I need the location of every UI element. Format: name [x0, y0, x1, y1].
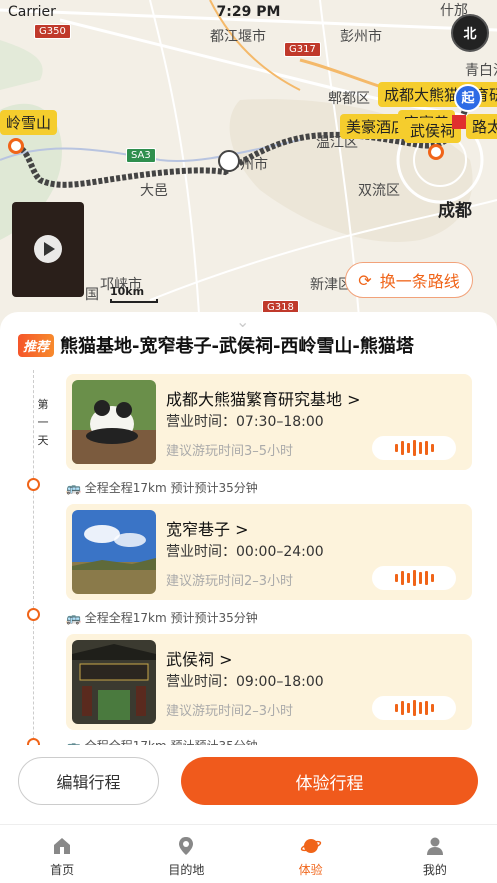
spot-card[interactable]: 武侯祠 > 营业时间：09:00–18:00 建议游玩时间2–3小时 — [66, 634, 472, 730]
spot-suggest: 建议游玩时间2–3小时 — [166, 574, 294, 589]
road-tag-g350: G350 — [34, 24, 71, 39]
bus-icon: 🚌 — [66, 481, 81, 495]
tab-label: 我的 — [422, 863, 447, 877]
map-label-chengdu: 成都 — [438, 201, 472, 221]
map-scale: 10km — [110, 285, 158, 303]
experience-itinerary-button[interactable]: 体验行程 — [181, 757, 478, 805]
poi-xiling[interactable]: 岭雪山 — [0, 110, 58, 135]
spot-image-wuhou — [72, 640, 156, 724]
user-icon — [426, 837, 443, 855]
tab-home[interactable]: 首页 — [0, 825, 124, 883]
route-point-marker[interactable] — [428, 144, 444, 160]
planet-icon — [300, 839, 321, 853]
panda-icon — [218, 150, 240, 172]
tab-label: 首页 — [50, 863, 75, 877]
switch-route-button[interactable]: ⟳ 换一条路线 — [345, 262, 473, 298]
audio-wave-icon[interactable] — [372, 566, 456, 590]
spot-image-panda — [72, 380, 156, 464]
start-marker-icon[interactable]: 起 — [454, 84, 482, 112]
spot-name[interactable]: 成都大熊猫繁育研究基地 > — [166, 386, 361, 410]
flag-icon — [452, 115, 466, 129]
map-label-dujiangyan: 都江堰市 — [210, 29, 266, 45]
audio-wave-icon[interactable] — [372, 696, 456, 720]
tab-label: 目的地 — [168, 863, 205, 877]
spot-suggest: 建议游玩时间2–3小时 — [166, 704, 294, 719]
map-label-pengzhou: 彭州市 — [340, 29, 382, 45]
tab-bar: 首页 目的地 体验 我的 — [0, 824, 497, 883]
scale-label: 10km — [110, 285, 145, 298]
spot-card[interactable]: 宽窄巷子 > 营业时间：00:00–24:00 建议游玩时间2–3小时 — [66, 504, 472, 600]
spot-card[interactable]: 成都大熊猫繁育研究基地 > 营业时间：07:30–18:00 建议游玩时间3–5… — [66, 374, 472, 470]
refresh-icon: ⟳ — [358, 270, 372, 290]
chevron-right-icon: > — [347, 390, 361, 409]
video-thumbnail[interactable] — [12, 202, 84, 297]
route-name: 熊猫基地-宽窄巷子-武侯祠-西岭雪山-熊猫塔 — [60, 336, 414, 357]
spot-hours: 营业时间：09:00–18:00 — [166, 674, 324, 690]
spot-suggest: 建议游玩时间3–5小时 — [166, 444, 294, 459]
tab-experience[interactable]: 体验 — [249, 825, 373, 883]
recommend-badge: 推荐 — [18, 333, 55, 357]
transit-info: 🚌 全程全程17km 预计预计35分钟 — [66, 611, 258, 625]
spot-hours: 营业时间：00:00–24:00 — [166, 544, 324, 560]
road-tag-sa3: SA3 — [126, 148, 156, 163]
location-pin-icon — [179, 837, 194, 855]
map-label-dayi: 大邑 — [140, 183, 168, 199]
spot-name[interactable]: 武侯祠 > — [166, 646, 233, 670]
day-label: 第一天 — [37, 398, 49, 447]
route-map[interactable]: Carrier 7:29 PM 北 都江堰市 彭州市 什邡 青白江 郫都区 温江… — [0, 0, 497, 330]
tab-destination[interactable]: 目的地 — [124, 825, 248, 883]
home-icon — [54, 838, 71, 854]
timeline-dot — [27, 478, 40, 491]
chevron-down-icon[interactable]: ⌄ — [236, 312, 249, 331]
spot-hours: 营业时间：07:30–18:00 — [166, 414, 324, 430]
spot-name[interactable]: 宽窄巷子 > — [166, 516, 249, 540]
map-label-shifang: 什邡 — [440, 3, 468, 19]
play-icon[interactable] — [34, 235, 62, 263]
chevron-right-icon: > — [219, 650, 233, 669]
status-bar: Carrier 7:29 PM — [0, 0, 497, 24]
tab-mine[interactable]: 我的 — [373, 825, 497, 883]
audio-wave-icon[interactable] — [372, 436, 456, 460]
switch-route-label: 换一条路线 — [379, 272, 460, 291]
poi-lutai[interactable]: 路太 — [466, 114, 497, 139]
clock: 7:29 PM — [216, 4, 281, 20]
tab-label: 体验 — [298, 863, 323, 877]
road-tag-g317: G317 — [284, 42, 321, 57]
map-label-pidu: 郫都区 — [328, 91, 370, 107]
transit-info: 🚌 全程全程17km 预计预计35分钟 — [66, 481, 258, 495]
spot-image-kuanzhai — [72, 510, 156, 594]
action-bar: 编辑行程 体验行程 — [0, 745, 497, 825]
route-point-marker[interactable] — [8, 138, 24, 154]
edit-itinerary-button[interactable]: 编辑行程 — [18, 757, 159, 805]
bus-icon: 🚌 — [66, 611, 81, 625]
route-title: 推荐 熊猫基地-宽窄巷子-武侯祠-西岭雪山-熊猫塔 — [18, 332, 414, 358]
map-label-zhou: 州市 — [240, 157, 268, 173]
map-label-shuangliu: 双流区 — [358, 183, 400, 199]
timeline-dot — [27, 608, 40, 621]
map-label-qingbai: 青白江 — [465, 63, 497, 79]
chevron-right-icon: > — [235, 520, 249, 539]
map-label-guo: 国 — [85, 287, 99, 303]
